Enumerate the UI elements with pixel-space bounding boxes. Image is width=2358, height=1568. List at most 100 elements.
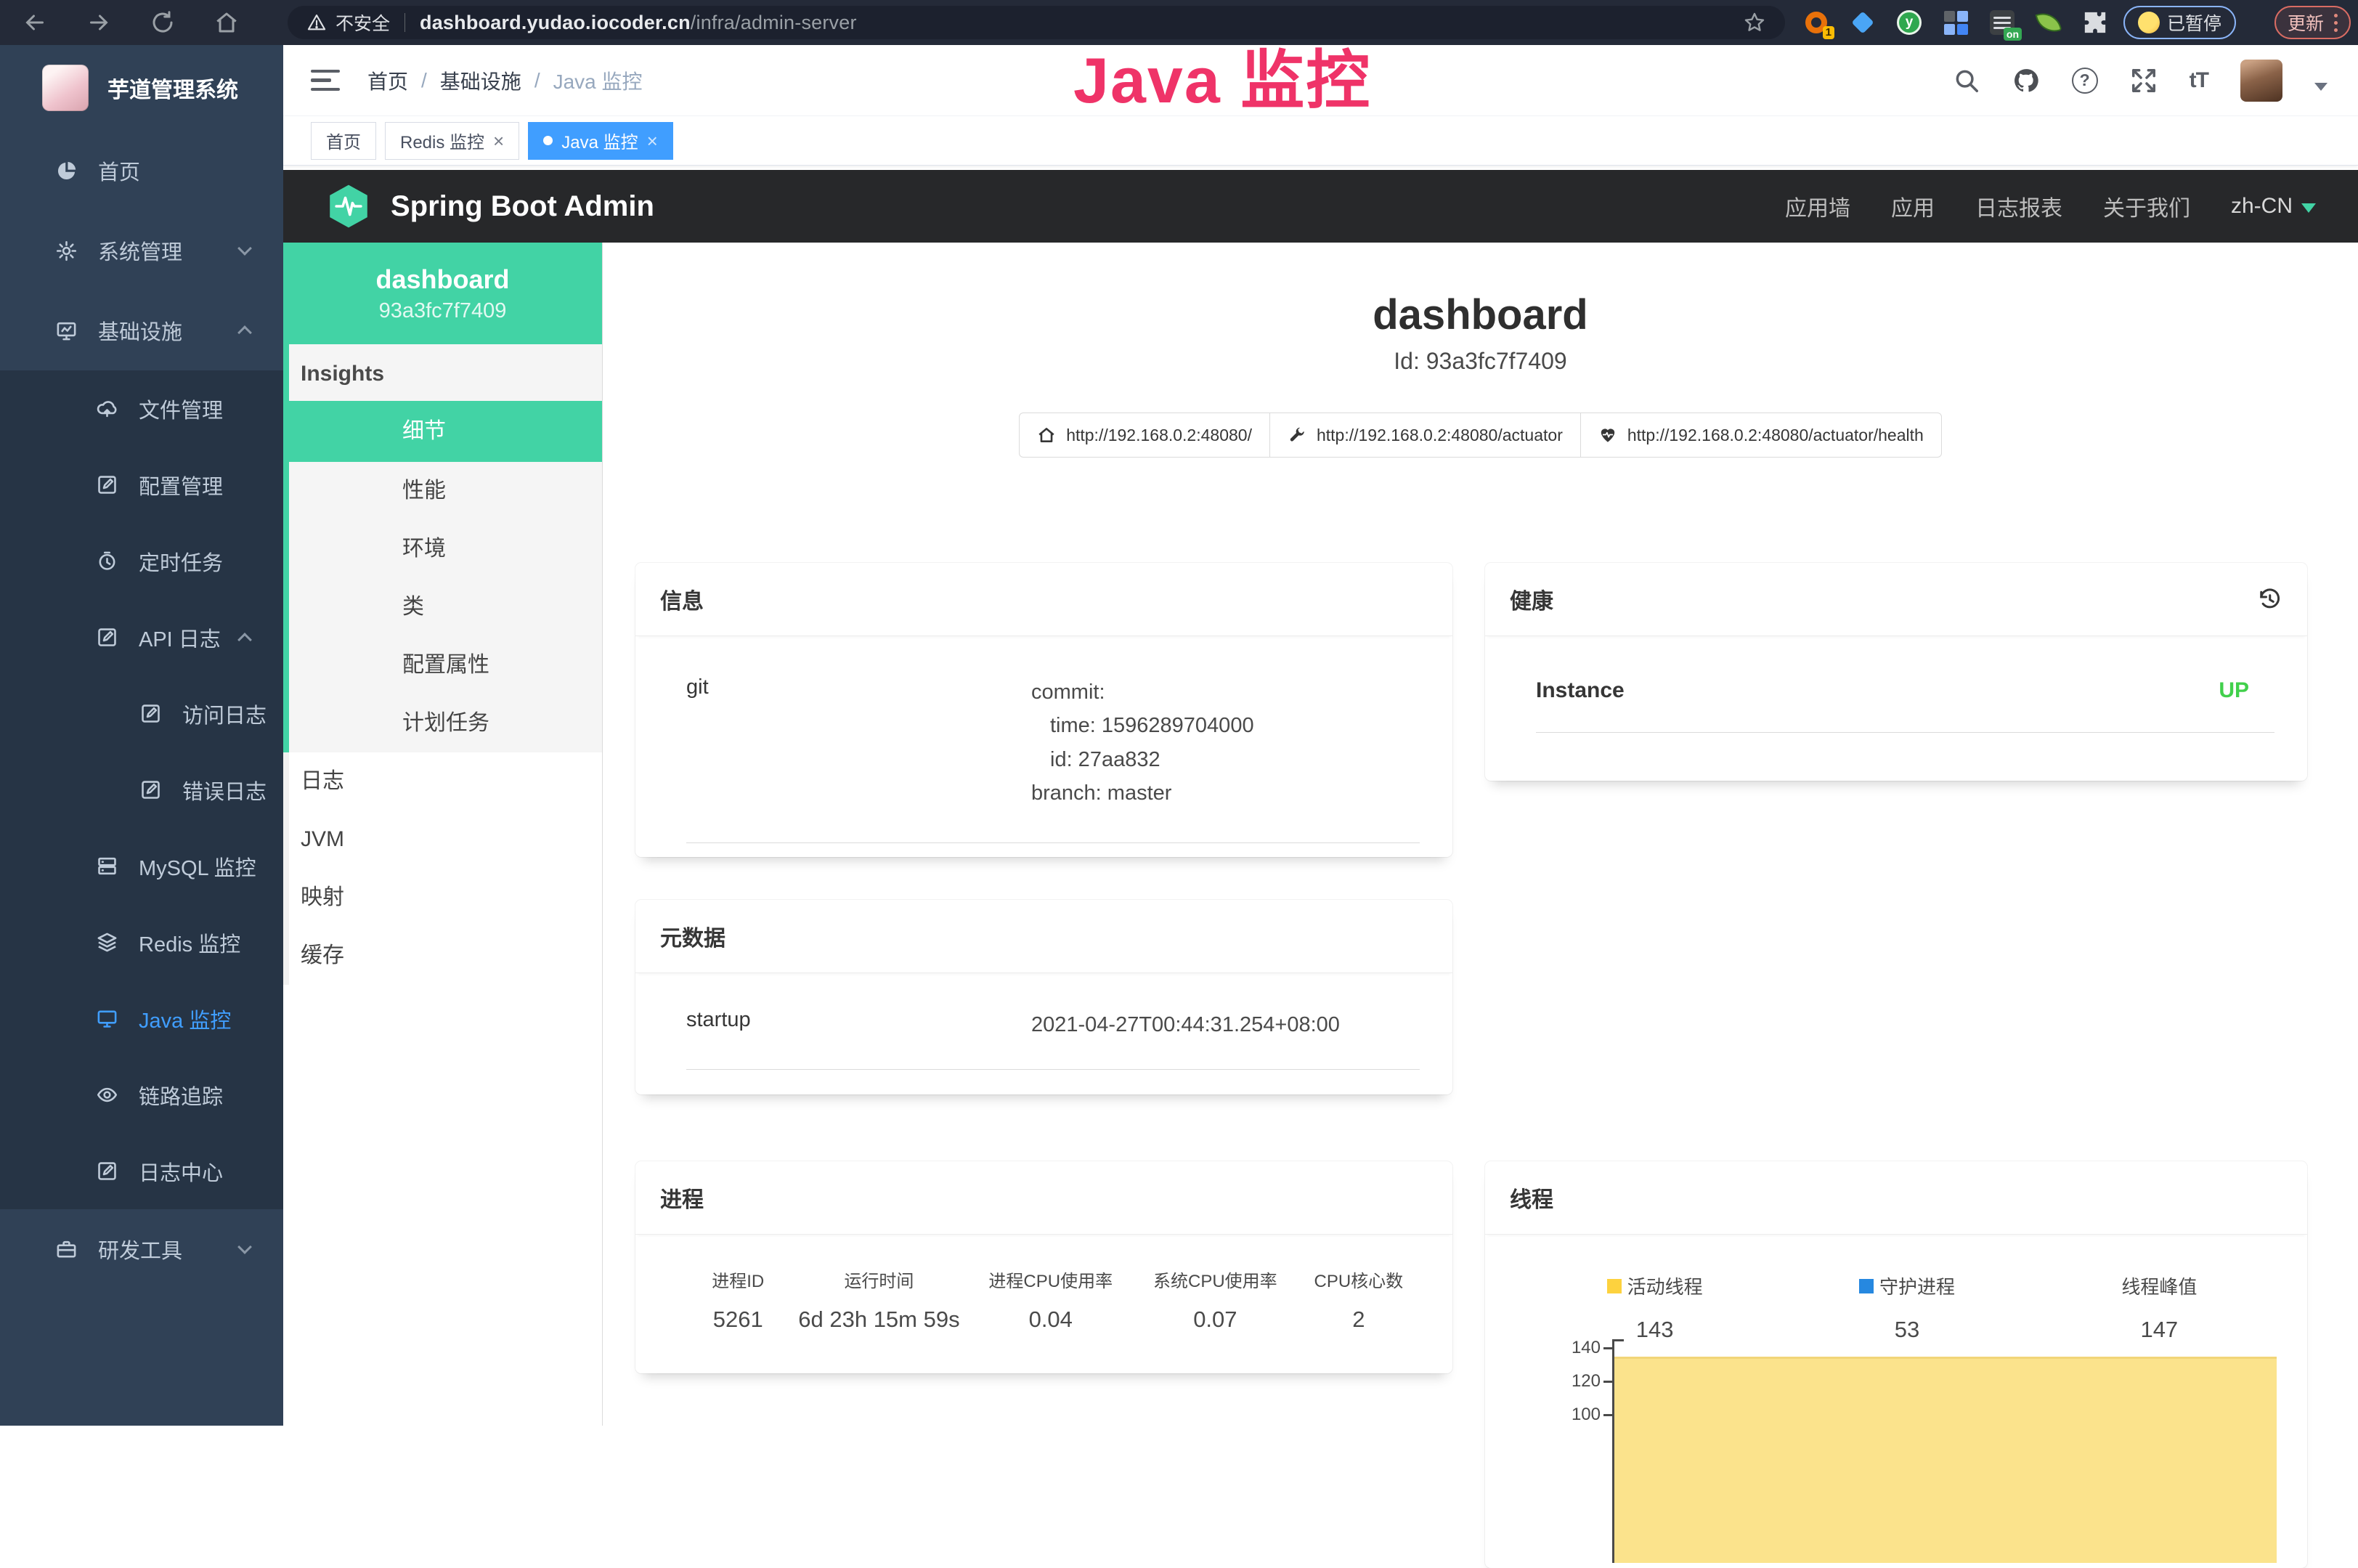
legend-peak-threads: 线程峰值	[2033, 1272, 2285, 1299]
sidebar-item-java-monitor[interactable]: Java 监控	[0, 980, 283, 1057]
gear-icon	[55, 240, 78, 262]
health-card-title: 健康	[1485, 563, 2307, 636]
caret-down-icon[interactable]	[2314, 83, 2327, 91]
app-logo-row[interactable]: 芋道管理系统	[0, 45, 283, 131]
warning-icon	[306, 12, 327, 33]
github-icon[interactable]	[2012, 67, 2040, 94]
sba-header: Spring Boot Admin 应用墙 应用 日志报表 关于我们 zh-CN	[283, 170, 2358, 243]
page-subtitle: Id: 93a3fc7f7409	[603, 348, 2358, 375]
sba-item-logs[interactable]: 日志	[289, 752, 602, 811]
sidebar-item-tracing[interactable]: 链路追踪	[0, 1057, 283, 1133]
browser-menu-icon[interactable]	[2334, 14, 2338, 32]
process-col-proc-cpu: 进程CPU使用率	[968, 1267, 1133, 1292]
breadcrumb-home[interactable]: 首页	[367, 66, 408, 95]
fullscreen-icon[interactable]	[2130, 67, 2158, 94]
url-text[interactable]: dashboard.yudao.iocoder.cn/infra/admin-s…	[420, 12, 857, 34]
address-bar[interactable]: 不安全 dashboard.yudao.iocoder.cn/infra/adm…	[288, 6, 1785, 39]
extension-leaf-icon[interactable]	[2035, 9, 2062, 36]
metadata-card: 元数据 startup 2021-04-27T00:44:31.254+08:0…	[635, 900, 1452, 1094]
extensions-row: 1 y on	[1802, 0, 2109, 45]
breadcrumb-infra[interactable]: 基础设施	[440, 66, 521, 95]
heartbeat-icon	[1598, 426, 1617, 444]
sba-item-classes[interactable]: 类	[289, 578, 602, 636]
health-url-button[interactable]: http://192.168.0.2:48080/actuator/health	[1580, 413, 1942, 458]
forward-icon[interactable]	[86, 9, 112, 36]
reload-icon[interactable]	[150, 9, 176, 36]
process-val-sys-cpu: 0.07	[1133, 1307, 1298, 1333]
process-col-sys-cpu: 系统CPU使用率	[1133, 1267, 1298, 1292]
sidebar-item-system[interactable]: 系统管理	[0, 211, 283, 291]
metadata-value: 2021-04-27T00:44:31.254+08:00	[1031, 1008, 1340, 1041]
user-avatar[interactable]	[2240, 60, 2282, 102]
sba-item-jvm[interactable]: JVM	[289, 811, 602, 869]
sidebar-item-files[interactable]: 文件管理	[0, 370, 283, 447]
sba-item-config-props[interactable]: 配置属性	[289, 636, 602, 694]
sba-item-mappings[interactable]: 映射	[289, 869, 602, 927]
live-threads-area	[1614, 1357, 2277, 1563]
sba-item-metrics[interactable]: 性能	[289, 462, 602, 520]
sba-item-details[interactable]: 细节	[289, 401, 602, 462]
tab-redis-monitor[interactable]: Redis 监控×	[385, 122, 519, 160]
extension-grid-icon[interactable]	[1942, 9, 1969, 36]
process-col-pid: 进程ID	[686, 1267, 789, 1292]
sidebar-item-config[interactable]: 配置管理	[0, 447, 283, 523]
tab-java-monitor[interactable]: Java 监控×	[528, 122, 673, 160]
tab-home[interactable]: 首页	[311, 122, 376, 160]
legend-swatch-blue	[1859, 1279, 1874, 1293]
actuator-url-button[interactable]: http://192.168.0.2:48080/actuator	[1269, 413, 1581, 458]
insights-section: Insights 细节 性能 环境 类 配置属性 计划任务	[283, 344, 602, 752]
briefcase-icon	[55, 1238, 78, 1261]
profile-paused-pill[interactable]: 已暂停	[2123, 6, 2236, 39]
security-label[interactable]: 不安全	[336, 9, 390, 36]
search-icon[interactable]	[1953, 67, 1980, 94]
paused-label: 已暂停	[2167, 9, 2221, 36]
sba-nav-applications[interactable]: 应用	[1891, 190, 1935, 222]
back-icon[interactable]	[22, 9, 48, 36]
locale-select[interactable]: zh-CN	[2231, 194, 2316, 219]
home-icon	[1037, 426, 1056, 444]
metadata-row: startup 2021-04-27T00:44:31.254+08:00	[686, 1008, 1420, 1070]
sidebar-toggle-icon[interactable]	[311, 70, 340, 92]
instance-header[interactable]: dashboard 93a3fc7f7409	[283, 243, 602, 344]
extension-notes-icon[interactable]: on	[1988, 9, 2016, 36]
font-size-icon[interactable]: tT	[2190, 68, 2208, 93]
service-url-button[interactable]: http://192.168.0.2:48080/	[1019, 413, 1270, 458]
close-icon[interactable]: ×	[647, 131, 658, 150]
layers-icon	[96, 931, 118, 954]
instance-name: dashboard	[375, 264, 509, 295]
sidebar-item-devtools[interactable]: 研发工具	[0, 1209, 283, 1289]
sba-nav-journal[interactable]: 日志报表	[1975, 190, 2062, 222]
sba-item-scheduled-tasks[interactable]: 计划任务	[289, 694, 602, 752]
sidebar-item-mysql[interactable]: MySQL 监控	[0, 828, 283, 904]
home-icon[interactable]	[214, 9, 240, 36]
extension-pin-icon[interactable]	[1849, 9, 1877, 36]
sidebar-item-redis[interactable]: Redis 监控	[0, 904, 283, 980]
extension-green-icon[interactable]: y	[1895, 9, 1923, 36]
sidebar-item-api-log[interactable]: API 日志	[0, 599, 283, 675]
edit-icon	[139, 702, 162, 725]
sidebar-item-home[interactable]: 首页	[0, 131, 283, 211]
history-icon[interactable]	[2256, 586, 2282, 612]
extension-orange-icon[interactable]: 1	[1802, 9, 1830, 36]
sba-body: dashboard 93a3fc7f7409 Insights 细节 性能 环境…	[283, 243, 2358, 1426]
sba-item-environment[interactable]: 环境	[289, 520, 602, 578]
sba-nav-wallboard[interactable]: 应用墙	[1785, 190, 1850, 222]
puzzle-icon[interactable]	[2081, 9, 2109, 36]
bookmark-star-icon[interactable]	[1743, 11, 1766, 34]
sba-brand[interactable]: Spring Boot Admin	[391, 190, 654, 223]
browser-update-button[interactable]: 更新	[2274, 6, 2351, 39]
admin-sidebar: 芋道管理系统 首页 系统管理 基础设施 文件管理 配置管理 定时任务 API 日…	[0, 45, 283, 1426]
health-row: Instance UP	[1536, 678, 2249, 732]
close-icon[interactable]: ×	[493, 131, 504, 150]
caret-down-icon	[2301, 203, 2316, 213]
sba-item-caches[interactable]: 缓存	[289, 927, 602, 985]
sidebar-item-jobs[interactable]: 定时任务	[0, 523, 283, 599]
process-card: 进程 进程ID 运行时间 进程CPU使用率 系统CPU使用率 CPU核心数 52…	[635, 1161, 1452, 1373]
health-key: Instance	[1536, 678, 1625, 703]
sidebar-item-access-log[interactable]: 访问日志	[0, 675, 283, 752]
sba-nav-about[interactable]: 关于我们	[2103, 190, 2190, 222]
help-icon[interactable]: ?	[2072, 68, 2098, 94]
sidebar-item-error-log[interactable]: 错误日志	[0, 752, 283, 828]
sidebar-item-log-center[interactable]: 日志中心	[0, 1133, 283, 1209]
sidebar-item-infra[interactable]: 基础设施	[0, 291, 283, 370]
